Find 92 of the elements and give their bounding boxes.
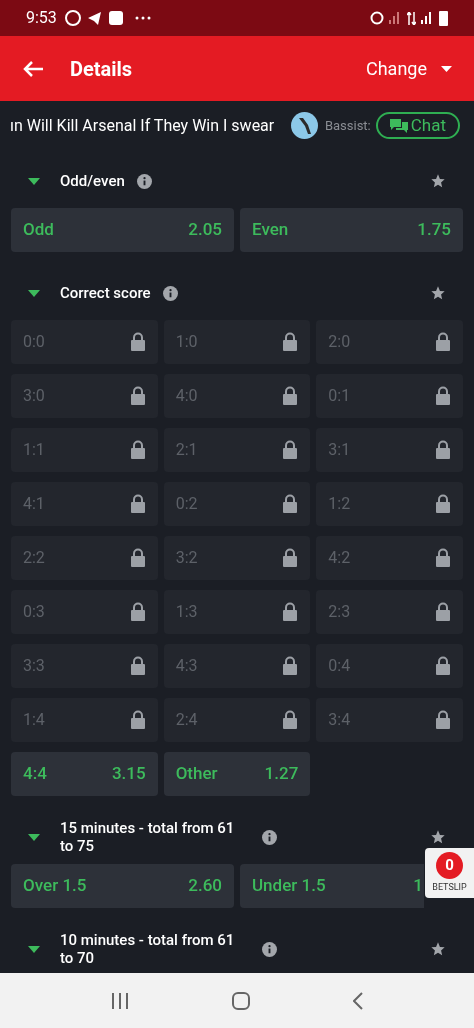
- outcome-label: 1:3: [175, 601, 198, 623]
- betslip-label: BETSLIP: [432, 880, 467, 894]
- outcome-label: 1:1: [23, 439, 45, 461]
- lock-icon: [129, 710, 146, 730]
- outcome-label: 3:1: [328, 439, 351, 461]
- lock-icon: [129, 602, 146, 622]
- lock-icon: [129, 548, 146, 568]
- outcome-label: 2:0: [328, 331, 351, 353]
- lock-icon: [129, 656, 146, 676]
- status-time: 9:53: [26, 7, 57, 29]
- outcome-label: 4:2: [328, 547, 351, 569]
- outcome-label: 3:4: [328, 709, 351, 731]
- outcome-label: 1:0: [175, 331, 198, 353]
- outcome-label: 4:3: [175, 655, 198, 677]
- odds-button[interactable]: Other 1.27: [163, 752, 311, 796]
- outcome-label: 2:1: [175, 439, 198, 461]
- lock-icon: [435, 494, 451, 514]
- caret-icon[interactable]: [28, 945, 40, 953]
- lock-icon: [435, 548, 451, 568]
- lock-icon: [129, 386, 146, 406]
- lock-icon: [282, 548, 299, 568]
- lock-icon: [282, 440, 299, 460]
- dropdown-caret-icon: [441, 65, 452, 72]
- star-icon[interactable]: [430, 285, 446, 301]
- info-icon[interactable]: [262, 941, 277, 957]
- lock-icon: [282, 710, 299, 730]
- lock-icon: [129, 332, 146, 352]
- caret-icon[interactable]: [28, 289, 40, 297]
- market-title: 10 minutes - total from 61 to 70: [60, 931, 236, 967]
- chat-icon: [389, 118, 408, 133]
- lock-icon: [435, 602, 451, 622]
- username: Bassist:: [324, 116, 371, 135]
- lock-icon: [435, 440, 451, 460]
- lock-icon: [129, 440, 146, 460]
- betslip-count: 0: [436, 851, 463, 879]
- recent-apps-icon[interactable]: [111, 992, 130, 1009]
- lock-icon: [435, 710, 451, 730]
- market-title: 15 minutes - total from 61 to 75: [60, 819, 236, 855]
- star-icon[interactable]: [430, 173, 446, 189]
- lock-icon: [282, 386, 299, 406]
- info-icon[interactable]: [162, 285, 178, 301]
- lock-icon: [435, 332, 451, 352]
- market-title: Odd/even: [60, 172, 125, 190]
- paper-plane-icon: [86, 11, 102, 25]
- caret-icon[interactable]: [28, 833, 40, 841]
- lock-icon: [435, 386, 451, 406]
- lock-icon: [282, 602, 299, 622]
- app-icon: [108, 11, 123, 25]
- info-icon[interactable]: [136, 173, 152, 189]
- back-arrow-icon[interactable]: [22, 59, 44, 78]
- lock-icon: [282, 656, 299, 676]
- lock-icon: [435, 656, 451, 676]
- outcome-label: 2:4: [175, 709, 198, 731]
- odds-button[interactable]: 4:4 3.15: [11, 752, 158, 796]
- outcome-label: 1:4: [23, 709, 45, 731]
- outcome-label: 0:4: [328, 655, 351, 677]
- outcome-label: 4:0: [175, 385, 198, 407]
- outcome-label: 1:2: [328, 493, 351, 515]
- lock-icon: [129, 494, 146, 514]
- caret-icon[interactable]: [28, 177, 40, 185]
- star-icon[interactable]: [430, 941, 446, 957]
- odds-button[interactable]: Over 1.5 2.60: [11, 864, 234, 908]
- page-title: Details: [70, 55, 133, 83]
- outcome-label: 3:2: [175, 547, 198, 569]
- chat-button[interactable]: Chat: [375, 112, 460, 139]
- outcome-label: 4:1: [23, 493, 45, 515]
- home-icon[interactable]: [232, 991, 250, 1010]
- betslip-button[interactable]: 0 BETSLIP: [425, 848, 474, 898]
- outcome-label: 3:0: [23, 385, 45, 407]
- lock-icon: [282, 494, 299, 514]
- signal-icon: [421, 12, 433, 24]
- outcome-label: 0:3: [23, 601, 45, 623]
- outcome-label: 0:1: [328, 385, 351, 407]
- outcome-label: 2:3: [328, 601, 351, 623]
- battery-icon: [439, 10, 448, 26]
- change-dropdown[interactable]: Change: [366, 55, 452, 82]
- odds-button[interactable]: Even 1.75: [240, 208, 463, 252]
- info-icon[interactable]: [262, 829, 277, 845]
- back-icon[interactable]: [352, 991, 363, 1010]
- outcome-label: 3:3: [23, 655, 45, 677]
- outcome-label: 2:2: [23, 547, 45, 569]
- odds-button[interactable]: Under 1.5 1: [240, 864, 424, 908]
- outcome-label: 0:0: [23, 331, 45, 353]
- market-title: Correct score: [60, 284, 151, 302]
- star-icon[interactable]: [430, 829, 446, 845]
- outcome-label: 0:2: [175, 493, 198, 515]
- more-icon: [134, 16, 151, 20]
- lock-icon: [282, 332, 299, 352]
- data-arrows-icon: [407, 11, 416, 25]
- ticker-text: ın Will Kill Arsenal If They Win I swear: [10, 114, 275, 137]
- odds-button[interactable]: Odd 2.05: [11, 208, 234, 252]
- signal-icon: [389, 12, 401, 24]
